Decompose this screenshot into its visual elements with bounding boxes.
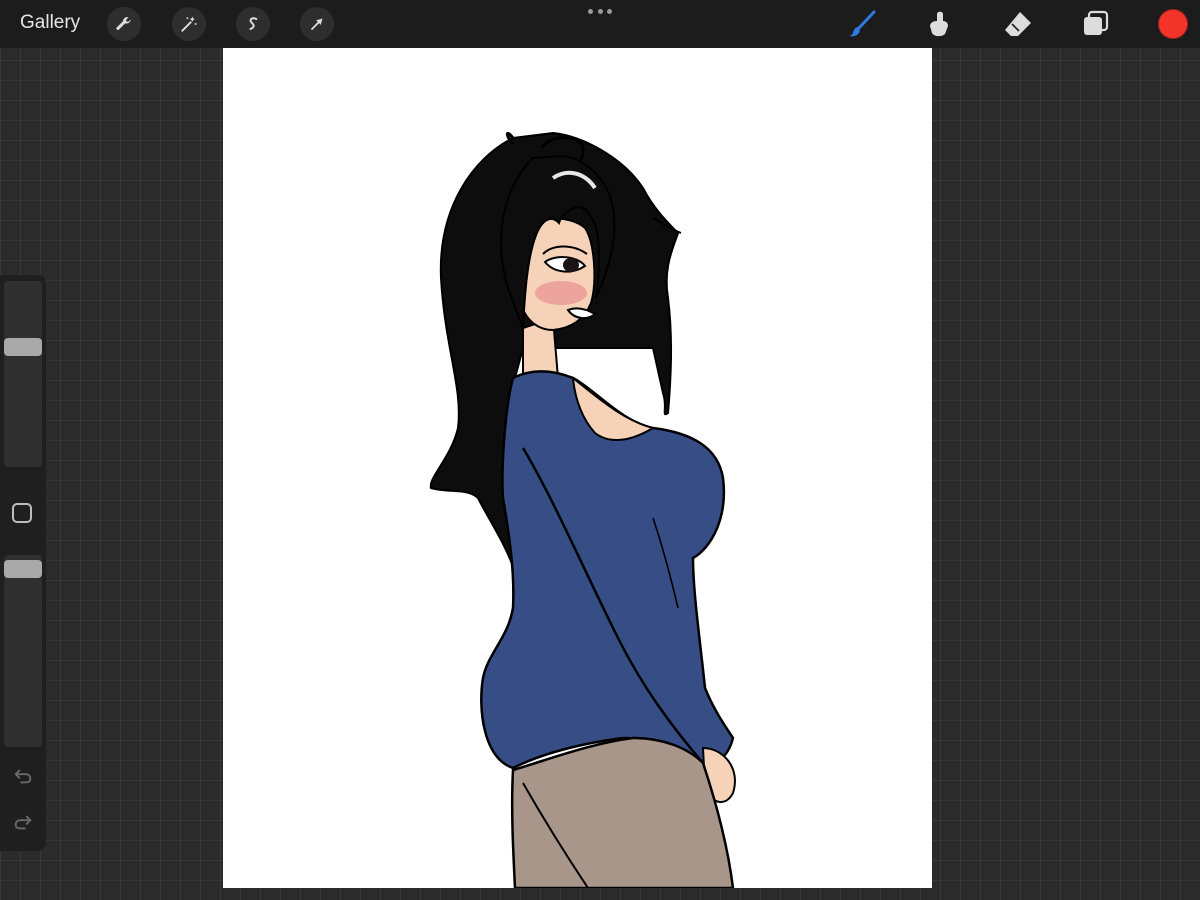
eraser-icon (1005, 12, 1031, 36)
wrench-icon (116, 17, 131, 30)
brush-size-slider[interactable] (4, 281, 42, 467)
opacity-thumb[interactable] (4, 560, 42, 578)
more-options-icon[interactable] (588, 6, 612, 16)
drawing-canvas[interactable] (223, 48, 932, 888)
color-picker-button[interactable] (1158, 9, 1188, 39)
brush-tool[interactable] (846, 8, 878, 40)
gallery-button[interactable]: Gallery (20, 12, 80, 34)
magic-wand-icon (181, 16, 197, 32)
selection-icon (249, 17, 258, 30)
layers-tool[interactable] (1080, 8, 1112, 40)
transform-arrow-icon (311, 18, 323, 30)
undo-button[interactable] (10, 763, 36, 789)
redo-button[interactable] (10, 809, 36, 835)
artwork (429, 131, 736, 888)
top-toolbar: Gallery (0, 0, 1200, 48)
opacity-slider[interactable] (4, 555, 42, 747)
adjustments-button[interactable] (172, 7, 206, 41)
brush-size-thumb[interactable] (4, 338, 42, 356)
brush-icon (849, 10, 876, 37)
actions-button[interactable] (107, 7, 141, 41)
selection-button[interactable] (236, 7, 270, 41)
eraser-tool[interactable] (1002, 8, 1034, 40)
undo-icon (14, 769, 32, 784)
smudge-icon (930, 11, 948, 37)
modify-square-icon[interactable] (12, 503, 32, 523)
smudge-tool[interactable] (923, 8, 955, 40)
layers-icon (1084, 10, 1109, 35)
transform-button[interactable] (300, 7, 334, 41)
redo-icon (14, 815, 32, 830)
left-sidebar (0, 275, 46, 851)
